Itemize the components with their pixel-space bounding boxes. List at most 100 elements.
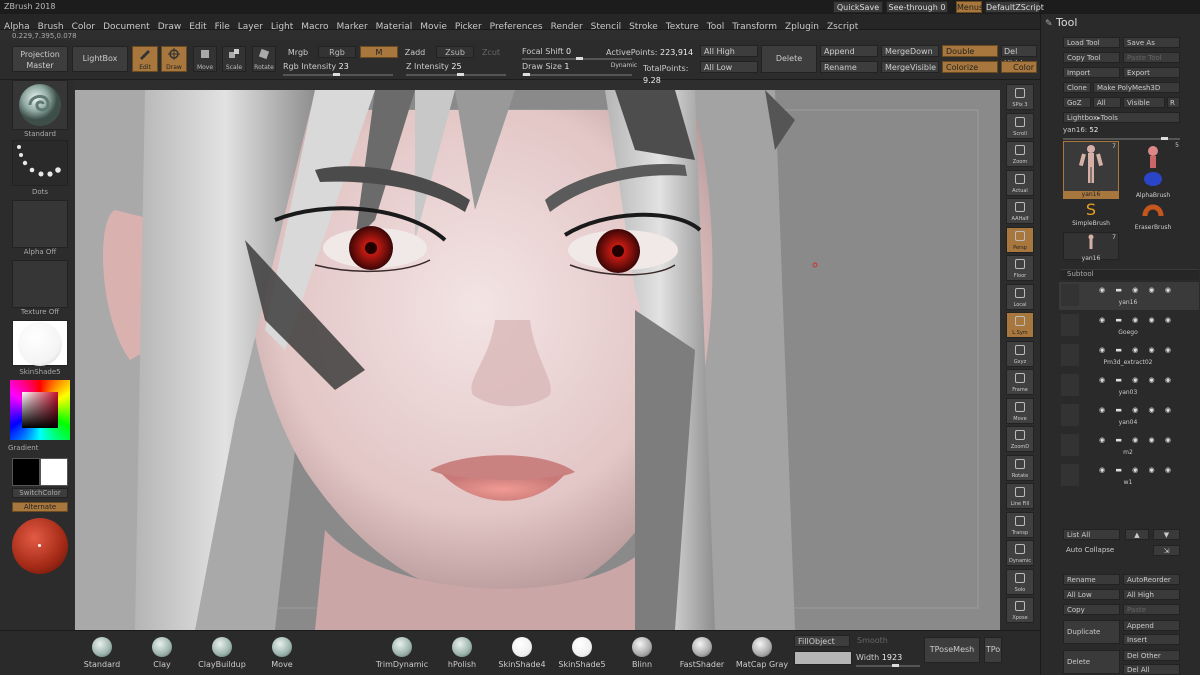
all-low-button[interactable]: All Low [700, 61, 758, 73]
rename-button[interactable]: Rename [820, 61, 878, 73]
subtool-visibility-icon[interactable]: ◉ ▬ ◉ ◉ ◉ [1099, 316, 1175, 324]
all-high-subtool-button[interactable]: All High [1123, 589, 1180, 600]
shelf-button-local[interactable]: Local [1006, 283, 1034, 310]
lightbox-button[interactable]: LightBox [72, 46, 128, 72]
subtool-visibility-icon[interactable]: ◉ ▬ ◉ ◉ ◉ [1099, 376, 1175, 384]
color-picker-wheel[interactable] [10, 380, 70, 440]
shelf-button-scroll[interactable]: Scroll [1006, 112, 1034, 139]
subtool-row[interactable]: ◉ ▬ ◉ ◉ ◉ m2 [1059, 432, 1199, 460]
color-button[interactable]: Color [1001, 61, 1037, 73]
tpose-mesh-button[interactable]: TPoseMesh [924, 637, 980, 663]
paste-tool-button[interactable]: Paste Tool [1123, 52, 1180, 63]
copy-subtool-button[interactable]: Copy [1063, 604, 1120, 615]
current-tool-slider[interactable]: yan16: 52 [1063, 126, 1180, 137]
delete-subtool-button[interactable]: Delete [1063, 650, 1120, 674]
see-through-slider[interactable]: See-through 0 [886, 1, 948, 13]
quick-brush-trimdynamic[interactable]: TrimDynamic [372, 637, 432, 669]
menu-movie[interactable]: Movie [416, 19, 451, 35]
quick-brush-skinshade4[interactable]: SkinShade4 [492, 637, 552, 669]
append-button[interactable]: Append [820, 45, 878, 57]
menu-edit[interactable]: Edit [185, 19, 210, 35]
colorize-button[interactable]: Colorize [942, 61, 998, 73]
shelf-button-floor[interactable]: Floor [1006, 255, 1034, 281]
all-high-button[interactable]: All High [700, 45, 758, 57]
shelf-button-actual[interactable]: Actual [1006, 169, 1034, 196]
width-track[interactable] [856, 665, 920, 667]
copy-tool-button[interactable]: Copy Tool [1063, 52, 1120, 63]
shelf-button-solo[interactable]: Solo [1006, 568, 1034, 595]
menu-marker[interactable]: Marker [333, 19, 372, 35]
clone-button[interactable]: Clone [1063, 82, 1091, 93]
rgb-intensity-slider[interactable]: Rgb Intensity 23 [283, 61, 353, 73]
quick-brush-blinn[interactable]: Blinn [612, 637, 672, 669]
shelf-button-xpose[interactable]: Xpose [1006, 597, 1034, 623]
projection-master-button[interactable]: Projection Master [12, 46, 68, 72]
subtool-row[interactable]: ◉ ▬ ◉ ◉ ◉ yan04 [1059, 402, 1199, 430]
visible-button[interactable]: Visible [1123, 97, 1165, 108]
shelf-button-persp[interactable]: Persp [1006, 226, 1034, 253]
menu-texture[interactable]: Texture [662, 19, 703, 35]
menus-button[interactable]: Menus [956, 1, 983, 13]
zcut-button[interactable]: Zcut [478, 47, 504, 59]
menu-file[interactable]: File [211, 19, 234, 35]
menu-transform[interactable]: Transform [728, 19, 781, 35]
move-mode-button[interactable]: Move [193, 46, 217, 72]
subtool-visibility-icon[interactable]: ◉ ▬ ◉ ◉ ◉ [1099, 286, 1175, 294]
menu-picker[interactable]: Picker [451, 19, 486, 35]
quick-brush-claybuildup[interactable]: ClayBuildup [192, 637, 252, 669]
main-color-bar[interactable] [794, 651, 852, 665]
alpha-thumbnail[interactable] [12, 200, 68, 248]
merge-visible-button[interactable]: MergeVisible [881, 61, 939, 73]
all-low-subtool-button[interactable]: All Low [1063, 589, 1120, 600]
mrgb-button[interactable]: Mrgb [283, 47, 313, 59]
paste-subtool-button[interactable]: Paste [1123, 604, 1180, 615]
quick-brush-fastshader[interactable]: FastShader [672, 637, 732, 669]
stroke-thumbnail[interactable] [12, 140, 68, 186]
delete-layer-button[interactable]: Delete [761, 45, 817, 73]
subtool-visibility-icon[interactable]: ◉ ▬ ◉ ◉ ◉ [1099, 346, 1175, 354]
append-subtool-button[interactable]: Append [1123, 620, 1180, 631]
menu-zscript[interactable]: Zscript [823, 19, 862, 35]
r-button[interactable]: R [1167, 97, 1180, 108]
rotate-mode-button[interactable]: Rotate [252, 46, 276, 72]
shelf-button-rotate[interactable]: Rotate [1006, 454, 1034, 481]
shelf-button-gxyz[interactable]: Gxyz [1006, 340, 1034, 367]
del-all-button[interactable]: Del All [1123, 664, 1180, 675]
quick-brush-standard[interactable]: Standard [72, 637, 132, 669]
shelf-button-l-sym[interactable]: L.Sym [1006, 312, 1034, 338]
export-button[interactable]: Export [1123, 67, 1180, 78]
zadd-button[interactable]: Zadd [402, 47, 428, 59]
tool-thumb-eraserbrush[interactable]: EraserBrush [1125, 200, 1181, 231]
tool-thumb-yan16-small[interactable]: 7 yan16 [1063, 232, 1119, 262]
subtool-row[interactable]: ◉ ▬ ◉ ◉ ◉ Pm3d_extract02 [1059, 342, 1199, 370]
secondary-color-swatch[interactable] [12, 458, 40, 486]
shelf-button-aahalf[interactable]: AAHalf [1006, 198, 1034, 224]
menu-preferences[interactable]: Preferences [486, 19, 547, 35]
shelf-button-transp[interactable]: Transp [1006, 511, 1034, 538]
quicksave-button[interactable]: QuickSave [833, 1, 883, 13]
width-knob[interactable] [892, 664, 899, 667]
menu-zplugin[interactable]: Zplugin [781, 19, 823, 35]
alternate-button[interactable]: Alternate [12, 502, 68, 512]
subtool-row[interactable]: ◉ ▬ ◉ ◉ ◉ yan03 [1059, 372, 1199, 400]
shelf-button-zoomd[interactable]: ZoomD [1006, 426, 1034, 452]
merge-down-button[interactable]: MergeDown [881, 45, 939, 57]
shelf-button-spix-3[interactable]: SPix 3 [1006, 84, 1034, 110]
fill-object-button[interactable]: FillObject [794, 635, 850, 647]
load-tool-button[interactable]: Load Tool [1063, 37, 1120, 48]
del-other-button[interactable]: Del Other [1123, 650, 1180, 661]
insert-subtool-button[interactable]: Insert [1123, 634, 1180, 645]
shelf-button-line-fill[interactable]: Line Fill [1006, 483, 1034, 509]
current-tool-knob[interactable] [1161, 137, 1168, 140]
z-intensity-track[interactable] [406, 74, 506, 76]
m-button[interactable]: M [360, 46, 398, 58]
tpose-subtool-button[interactable]: TPo [984, 637, 1002, 663]
rgb-button[interactable]: Rgb [318, 46, 356, 58]
quick-brush-hpolish[interactable]: hPolish [432, 637, 492, 669]
tool-thumb-main[interactable]: 7 yan16 [1063, 141, 1119, 199]
menu-stencil[interactable]: Stencil [587, 19, 625, 35]
rgb-intensity-knob[interactable] [333, 73, 340, 76]
menu-material[interactable]: Material [372, 19, 417, 35]
subtool-visibility-icon[interactable]: ◉ ▬ ◉ ◉ ◉ [1099, 436, 1175, 444]
import-button[interactable]: Import [1063, 67, 1120, 78]
